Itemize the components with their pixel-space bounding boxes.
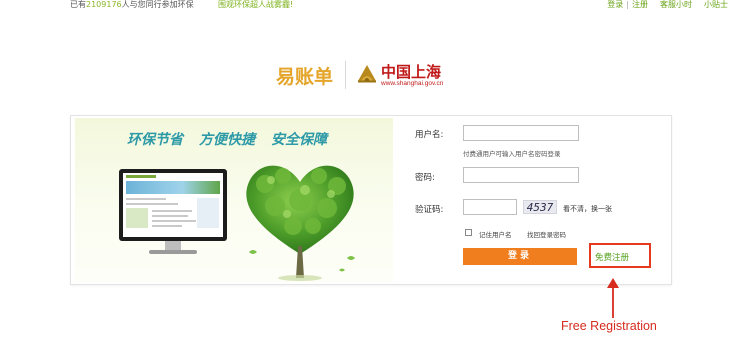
- heart-tree-icon: [246, 165, 355, 281]
- top-link-service[interactable]: 客服小时: [660, 0, 692, 9]
- top-link-register[interactable]: 注册: [632, 0, 648, 9]
- top-link-login[interactable]: 登录: [607, 0, 623, 9]
- brand-header: 易账单 中国上海 www.shanghai.gov.cn: [272, 60, 462, 92]
- monitor-illustration: [119, 169, 227, 241]
- screen-header-bar: [126, 175, 156, 178]
- remember-username-checkbox[interactable]: [465, 229, 472, 236]
- login-panel: 环保节省 方便快捷 安全保障 用户名: 付费通用户可输入用户名密码登录 密码: …: [70, 115, 672, 285]
- remember-username-label[interactable]: 记住用户名: [479, 229, 512, 239]
- screen-line: [126, 198, 166, 200]
- login-button[interactable]: 登录: [463, 248, 577, 265]
- screen-banner: [126, 181, 220, 194]
- screen-line: [152, 225, 182, 227]
- participant-count-text: 已有2109176人与您同行参加环保: [70, 0, 194, 9]
- partner-logo-url: www.shanghai.gov.cn: [381, 80, 444, 87]
- partner-logo-title: 中国上海: [381, 63, 442, 81]
- monitor-base: [149, 250, 197, 254]
- count-suffix: 人与您同行参加环保: [121, 0, 194, 9]
- banner-slogan: 环保节省: [127, 132, 183, 148]
- register-highlight-box: 免费注册: [589, 243, 651, 268]
- password-input[interactable]: [463, 167, 579, 183]
- promo-banner: 环保节省 方便快捷 安全保障: [75, 118, 393, 282]
- login-form: 用户名: 付费通用户可输入用户名密码登录 密码: 验证码: 4537 看不清，换…: [393, 116, 671, 284]
- monitor-screen: [123, 173, 223, 237]
- screen-line: [152, 215, 188, 217]
- user-count: 2109176: [86, 0, 122, 9]
- brand-divider: [345, 61, 346, 89]
- shanghai-emblem-icon: [358, 65, 376, 83]
- campaign-link[interactable]: 围观环保超人战雾霾!: [218, 0, 293, 9]
- captcha-label: 验证码:: [415, 205, 444, 215]
- banner-slogan: 安全保障: [271, 132, 327, 148]
- free-register-link[interactable]: 免费注册: [595, 251, 629, 263]
- top-link-separator: |: [626, 0, 629, 9]
- screen-line: [152, 220, 196, 222]
- annotation-label: Free Registration: [561, 319, 657, 333]
- captcha-image[interactable]: 4537: [523, 200, 557, 214]
- captcha-refresh-link[interactable]: 看不清，换一张: [563, 204, 612, 214]
- count-prefix: 已有: [70, 0, 86, 9]
- top-nav-links: 登录 | 注册 客服小时 小贴士: [607, 0, 728, 9]
- username-label: 用户名:: [415, 130, 444, 140]
- banner-slogan: 方便快捷: [199, 132, 255, 148]
- app-logo-text: 易账单: [276, 66, 334, 88]
- forgot-password-link[interactable]: 找回登录密码: [527, 229, 566, 239]
- password-label: 密码:: [415, 173, 435, 183]
- top-link-tips[interactable]: 小贴士: [704, 0, 728, 9]
- annotation-arrow-icon: [607, 278, 619, 318]
- screen-line: [152, 210, 192, 212]
- banner-slogans: 环保节省 方便快捷 安全保障: [127, 129, 343, 149]
- screen-block: [126, 208, 148, 228]
- top-bar: 已有2109176人与您同行参加环保 围观环保超人战雾霾! 登录 | 注册 客服小时 小…: [0, 0, 740, 11]
- captcha-input[interactable]: [463, 199, 517, 215]
- screen-line: [126, 203, 178, 205]
- screen-sidebar: [197, 198, 219, 228]
- username-input[interactable]: [463, 125, 579, 141]
- username-hint: 付费通用户可输入用户名密码登录: [463, 150, 561, 158]
